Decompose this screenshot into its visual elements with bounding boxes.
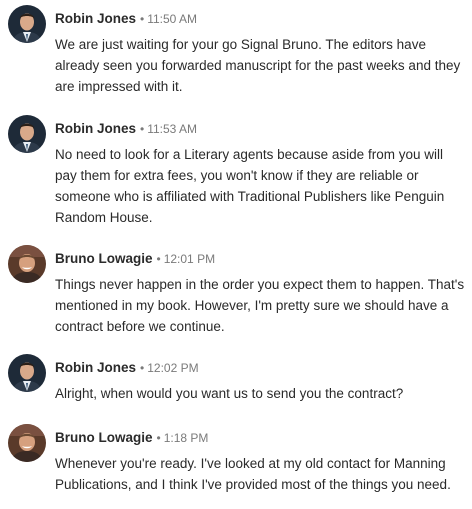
bruno-avatar[interactable]: [8, 424, 46, 462]
message-header: Bruno Lowagie • 12:01 PM: [55, 250, 215, 268]
sender-name[interactable]: Robin Jones: [55, 11, 136, 26]
timestamp: 11:50 AM: [147, 12, 198, 26]
separator-dot: •: [140, 12, 145, 26]
avatar-image: [8, 354, 46, 392]
sender-name[interactable]: Robin Jones: [55, 121, 136, 136]
sender-name[interactable]: Bruno Lowagie: [55, 251, 153, 266]
separator-dot: •: [156, 431, 161, 445]
bruno-avatar[interactable]: [8, 245, 46, 283]
message-text: Things never happen in the order you exp…: [55, 277, 465, 334]
avatar-image: [8, 245, 46, 283]
timestamp: 12:02 PM: [147, 361, 199, 375]
robin-avatar[interactable]: [8, 115, 46, 153]
message-header: Robin Jones • 11:50 AM: [55, 10, 197, 28]
message-text: Alright, when would you want us to send …: [55, 386, 404, 401]
message-text: Whenever you're ready. I've looked at my…: [55, 456, 451, 492]
robin-avatar[interactable]: [8, 5, 46, 43]
sender-name[interactable]: Bruno Lowagie: [55, 430, 153, 445]
message-text: We are just waiting for your go Signal B…: [55, 37, 461, 94]
robin-avatar[interactable]: [8, 354, 46, 392]
timestamp: 12:01 PM: [163, 252, 216, 266]
message-header: Robin Jones • 12:02 PM: [55, 359, 199, 377]
timestamp: 1:18 PM: [163, 431, 209, 445]
sender-name[interactable]: Robin Jones: [55, 360, 136, 375]
separator-dot: •: [140, 122, 145, 136]
avatar-image: [8, 5, 46, 43]
message-header: Robin Jones • 11:53 AM: [55, 120, 197, 138]
message-header: Bruno Lowagie • 1:18 PM: [55, 429, 208, 447]
separator-dot: •: [140, 361, 145, 375]
separator-dot: •: [156, 252, 161, 266]
avatar-image: [8, 424, 46, 462]
avatar-image: [8, 115, 46, 153]
timestamp: 11:53 AM: [147, 122, 198, 136]
message-text: No need to look for a Literary agents be…: [55, 147, 445, 225]
